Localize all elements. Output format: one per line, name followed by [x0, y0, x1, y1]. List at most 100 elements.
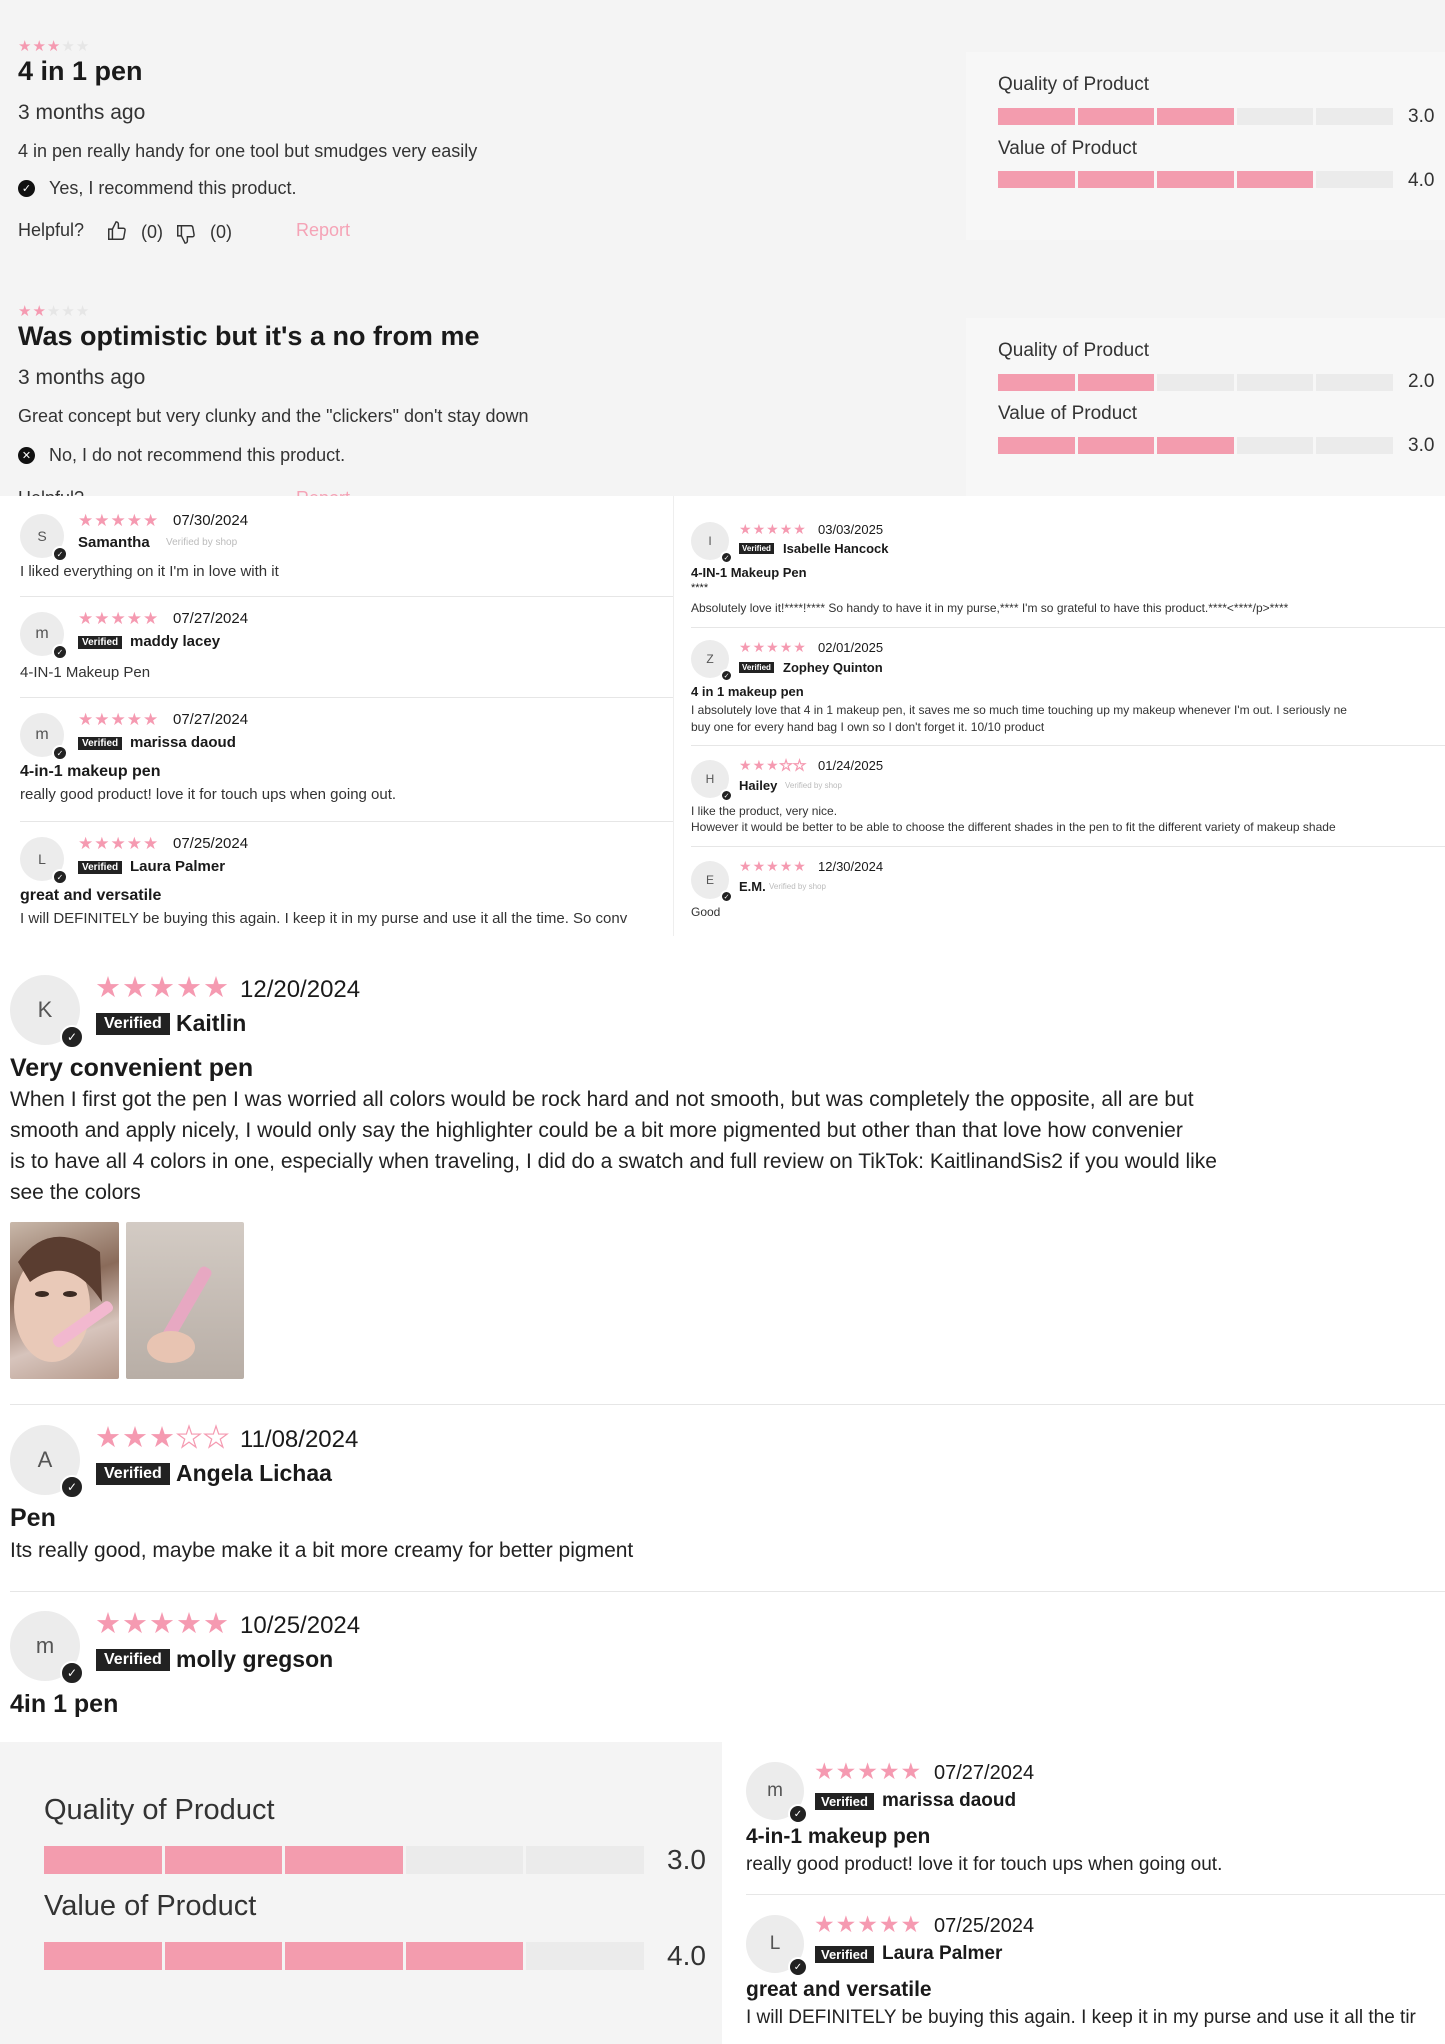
star-icon: ★ — [766, 639, 779, 655]
reviewer-name: molly gregson — [176, 1646, 334, 1672]
verified-check-icon: ✓ — [788, 1804, 808, 1824]
star-rating: ★ ★ ★ ★ ★ — [78, 512, 158, 529]
verified-by-shop: Verified by shop — [785, 781, 842, 790]
avatar-initial: L — [38, 851, 46, 867]
bar-segment — [1316, 437, 1393, 454]
star-rating: ★ ★ ★ ★ ★ — [18, 304, 89, 319]
review-card: m ✓ ★ ★ ★ ★ ★ 07/27/2024 Verified marissa da… — [0, 699, 673, 819]
star-icon: ★ — [766, 858, 779, 874]
bar-segment — [44, 1846, 162, 1874]
rating-label: Quality of Product — [998, 74, 1150, 95]
rating-value: 3.0 — [1408, 106, 1435, 127]
star-icon: ★ — [752, 757, 766, 773]
verified-check-icon: ✓ — [60, 1025, 84, 1049]
star-icon: ★ — [122, 972, 148, 1004]
review-body: Great concept but very clunky and the "c… — [18, 406, 529, 426]
star-rating: ★ ★ ★ ★ ★ — [78, 711, 158, 728]
bar-segment — [1157, 374, 1234, 391]
star-rating: ★ ★ ★ ★ ★ — [18, 39, 89, 54]
review-body: really good product! love it for touch u… — [20, 786, 397, 803]
avatar: A ✓ — [10, 1425, 84, 1499]
reviewer-name: Laura Palmer — [130, 858, 226, 875]
avatar-initial: m — [767, 1780, 783, 1801]
reviewer-name: Laura Palmer — [882, 1943, 1003, 1964]
review-card: S ✓ ★ ★ ★ ★ ★ 07/30/2024 Samantha Verified b… — [0, 500, 673, 596]
star-rating: ★ ★ ★ ★ ★ — [739, 757, 806, 773]
verified-check-icon: ✓ — [52, 546, 68, 562]
bar-segment — [44, 1942, 162, 1970]
star-icon: ★ — [110, 511, 126, 530]
star-icon: ★ — [779, 521, 793, 537]
star-icon: ★ — [739, 757, 752, 773]
avatar: m ✓ — [20, 713, 68, 761]
star-icon: ★ — [752, 521, 766, 537]
verified-badge: Verified — [96, 1463, 170, 1485]
rating-label: Value of Product — [998, 138, 1138, 159]
rating-label: Value of Product — [998, 403, 1138, 424]
star-icon: ★ — [126, 511, 142, 530]
review-title: 4-in-1 makeup pen — [746, 1825, 931, 1848]
star-icon: ★ — [779, 858, 793, 874]
star-icon: ★ — [110, 710, 126, 729]
rating-bar — [44, 1846, 644, 1874]
verified-badge: Verified — [78, 737, 123, 750]
star-rating: ★ ★ ★ ★ ★ — [814, 1760, 921, 1783]
star-icon: ★ — [143, 834, 159, 853]
star-icon: ★ — [857, 1911, 878, 1937]
reviewer-name: Zophey Quinton — [783, 660, 883, 675]
bar-segment — [998, 374, 1075, 391]
review-photo-thumbnail[interactable] — [10, 1222, 119, 1379]
avatar: K ✓ — [10, 975, 84, 1049]
reviewer-name: Kaitlin — [176, 1010, 247, 1036]
verified-check-icon: ✓ — [52, 869, 68, 885]
review-body-line: smooth and apply nicely, I would only sa… — [10, 1119, 1183, 1142]
avatar: S ✓ — [20, 514, 68, 562]
star-icon: ★ — [835, 1911, 857, 1937]
star-rating: ★ ★ ★ ★ ★ — [814, 1913, 921, 1936]
avatar: I ✓ — [691, 522, 733, 564]
star-rating: ★ ★ ★ ★ ★ — [95, 1610, 229, 1639]
star-icon: ★ — [143, 609, 159, 628]
bar-segment — [1077, 374, 1155, 391]
review-divider — [20, 697, 673, 698]
report-link[interactable]: Report — [296, 220, 350, 241]
star-icon: ★ — [857, 1758, 878, 1784]
helpful-row-clipped: Helpful? Report — [0, 484, 966, 496]
star-icon: ★ — [126, 609, 142, 628]
star-icon: ★ — [122, 1608, 148, 1640]
rating-bar — [998, 374, 1393, 391]
review-body: Absolutely love it!****!**** So handy to… — [691, 601, 1289, 615]
star-icon: ★ — [176, 1608, 202, 1640]
review-title: 4-IN-1 Makeup Pen — [691, 565, 807, 580]
review-body-line2: buy one for every hand bag I own so I do… — [691, 720, 1045, 734]
bar-segment — [1077, 437, 1155, 454]
star-icon: ★ — [75, 38, 90, 55]
bar-segment — [1316, 108, 1393, 125]
review-extra: **** — [691, 582, 709, 594]
star-icon: ★ — [900, 1911, 922, 1937]
report-link[interactable]: Report — [296, 488, 350, 496]
avatar-initial: m — [35, 625, 49, 642]
check-circle-icon: ✓ — [18, 180, 35, 197]
thumbs-down-icon[interactable] — [175, 223, 197, 250]
rating-bar — [44, 1942, 644, 1970]
review-title: 4in 1 pen — [10, 1690, 119, 1718]
rating-value: 4.0 — [667, 1940, 706, 1971]
review-date: 07/27/2024 — [934, 1762, 1035, 1784]
review-title: 4 in 1 pen — [18, 56, 143, 86]
star-rating: ★ ★ ★ ★ ★ — [78, 610, 158, 627]
review-date: 12/20/2024 — [240, 976, 361, 1003]
star-icon: ★ — [110, 834, 126, 853]
thumbs-up-icon[interactable] — [106, 220, 128, 247]
star-icon: ★ — [18, 303, 32, 320]
star-icon: ★ — [94, 710, 110, 729]
review-photo-thumbnail[interactable] — [126, 1222, 244, 1379]
reviewer-name: Isabelle Hancock — [783, 541, 889, 556]
star-icon: ★ — [766, 757, 779, 773]
review-card: I ✓ ★ ★ ★ ★ ★ 03/03/2025 Verified Isabelle H… — [673, 500, 1445, 620]
avatar-initial: A — [37, 1447, 53, 1472]
review-date: 07/27/2024 — [173, 610, 249, 627]
review-card: L ✓ ★ ★ ★ ★ ★ 07/25/2024 Verified Laura Palm… — [0, 823, 673, 936]
avatar: m ✓ — [746, 1762, 808, 1824]
star-rating: ★ ★ ★ ★ ★ — [739, 522, 806, 536]
